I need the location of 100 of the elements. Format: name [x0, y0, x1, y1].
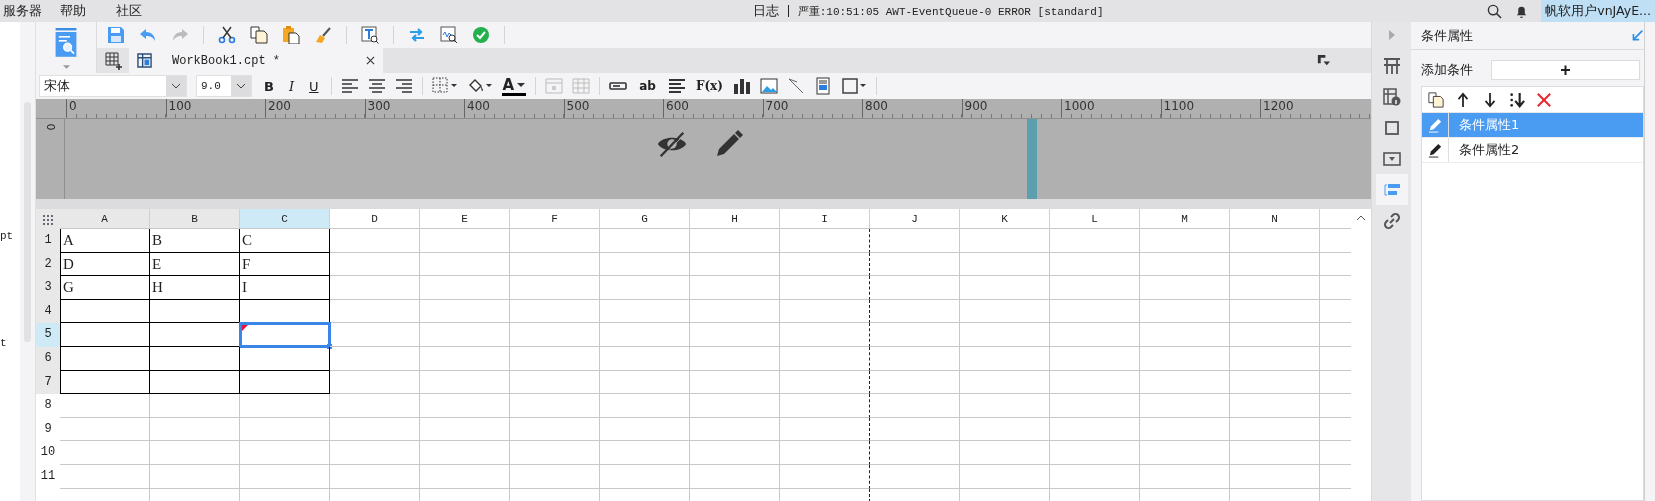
table-cell[interactable]: F — [240, 252, 330, 277]
document-tab[interactable]: WorkBook1.cpt * — [129, 48, 383, 73]
text-insert-button[interactable]: ab — [636, 76, 659, 96]
dropdown-menu-icon[interactable] — [1316, 53, 1331, 68]
close-icon[interactable] — [366, 56, 375, 65]
table-cell[interactable] — [60, 323, 150, 347]
caret-icon[interactable] — [62, 65, 70, 69]
font-size-select[interactable]: 9.0 — [196, 75, 252, 97]
expand-arrow-icon[interactable] — [1388, 30, 1395, 40]
table-cell[interactable] — [60, 299, 150, 324]
row-header[interactable]: 5 — [36, 323, 60, 347]
copy-icon[interactable] — [250, 26, 268, 44]
row-header[interactable]: 3 — [36, 276, 60, 300]
text-style-button[interactable]: U — [306, 76, 322, 96]
chart-search-icon[interactable] — [440, 26, 458, 44]
column-header[interactable]: C — [240, 209, 330, 229]
new-grid-icon[interactable] — [105, 51, 123, 70]
row-header[interactable]: 1 — [36, 229, 60, 253]
swap-icon[interactable] — [408, 26, 426, 44]
table-cell[interactable] — [780, 464, 870, 489]
selected-cell[interactable] — [240, 323, 330, 347]
align-icon[interactable] — [367, 77, 386, 95]
table-cell[interactable] — [780, 276, 870, 300]
menu-item[interactable]: 社区 — [113, 2, 145, 20]
table-cell[interactable] — [780, 417, 870, 442]
table-cell[interactable]: A — [60, 229, 150, 253]
column-header[interactable]: N — [1230, 209, 1320, 229]
column-header[interactable]: A — [60, 209, 150, 229]
table-cell[interactable] — [150, 346, 240, 371]
table-cell[interactable] — [780, 370, 870, 395]
table-cell[interactable] — [780, 252, 870, 277]
save-icon[interactable] — [107, 26, 125, 44]
formula-button[interactable]: F(x) — [694, 76, 724, 96]
image-icon[interactable] — [759, 77, 778, 95]
brush-icon[interactable] — [314, 26, 332, 44]
table-cell[interactable]: E — [150, 252, 240, 277]
table-cell[interactable] — [240, 346, 330, 371]
file-name[interactable]: pt — [0, 230, 14, 242]
column-header[interactable]: L — [1050, 209, 1140, 229]
side-tab[interactable] — [1375, 174, 1408, 205]
menu-item[interactable]: 帮助 — [57, 2, 89, 20]
table-cell[interactable]: I — [240, 276, 330, 300]
column-header[interactable]: J — [870, 209, 960, 229]
document-search-icon[interactable] — [54, 28, 78, 60]
table-cell[interactable]: H — [150, 276, 240, 300]
column-header[interactable]: H — [690, 209, 780, 229]
menu-item[interactable]: 服务器 — [0, 2, 45, 20]
copy-icon[interactable] — [1428, 91, 1444, 108]
arrow-down-icon[interactable] — [1482, 91, 1498, 108]
align-icon[interactable] — [340, 77, 359, 95]
column-header[interactable]: F — [510, 209, 600, 229]
arrow-up-icon[interactable] — [1455, 91, 1471, 108]
text-style-button[interactable]: I — [285, 76, 298, 96]
table-cell[interactable] — [60, 346, 150, 371]
log-label[interactable]: 日志 — [752, 2, 779, 20]
search-icon[interactable] — [1487, 3, 1503, 19]
document-icon[interactable] — [813, 77, 832, 95]
table-cell[interactable] — [780, 346, 870, 371]
table-cell[interactable]: C — [240, 229, 330, 253]
table-cell[interactable] — [150, 370, 240, 395]
bar-chart-icon[interactable] — [732, 77, 751, 95]
column-header[interactable]: K — [960, 209, 1050, 229]
row-header[interactable]: 2 — [36, 252, 60, 277]
file-name[interactable]: t — [0, 337, 7, 349]
table-cell[interactable]: B — [150, 229, 240, 253]
row-header[interactable]: 6 — [36, 346, 60, 371]
condition-item[interactable]: 条件属性2 — [1422, 138, 1643, 163]
row-header[interactable]: 7 — [36, 370, 60, 395]
table-cell[interactable] — [780, 394, 870, 418]
slash-icon[interactable] — [786, 77, 805, 95]
table-cell[interactable] — [780, 229, 870, 253]
hidden-eye-icon[interactable] — [656, 129, 688, 159]
frame-icon[interactable] — [840, 77, 867, 95]
table-cell[interactable] — [150, 299, 240, 324]
table-cell[interactable] — [780, 441, 870, 465]
table-cell[interactable] — [240, 370, 330, 395]
page-boundary[interactable] — [1027, 119, 1037, 199]
column-header[interactable]: B — [150, 209, 240, 229]
align-icon[interactable] — [394, 77, 413, 95]
add-button[interactable]: + — [1491, 60, 1640, 80]
delete-icon[interactable] — [1536, 91, 1552, 108]
paste-icon[interactable] — [282, 26, 300, 44]
column-header[interactable]: G — [600, 209, 690, 229]
table-cell[interactable] — [780, 323, 870, 347]
table-cell[interactable] — [60, 370, 150, 395]
paragraph-icon[interactable] — [667, 77, 686, 95]
user-name[interactable]: 帆软用户vnJAyE... — [1541, 0, 1655, 22]
font-select[interactable]: 宋体 — [39, 75, 187, 97]
text-preview-icon[interactable] — [361, 26, 379, 44]
font-color-button[interactable]: A — [501, 76, 527, 96]
scissors-icon[interactable] — [218, 26, 236, 44]
check-icon[interactable] — [472, 26, 490, 44]
move-to-bottom-icon[interactable] — [1509, 91, 1525, 108]
row-header[interactable]: 4 — [36, 299, 60, 324]
table-cell[interactable]: D — [60, 252, 150, 277]
column-header[interactable]: D — [330, 209, 420, 229]
table-cell[interactable]: G — [60, 276, 150, 300]
column-header[interactable]: M — [1140, 209, 1230, 229]
border-icon[interactable] — [431, 77, 458, 95]
column-header[interactable]: I — [780, 209, 870, 229]
